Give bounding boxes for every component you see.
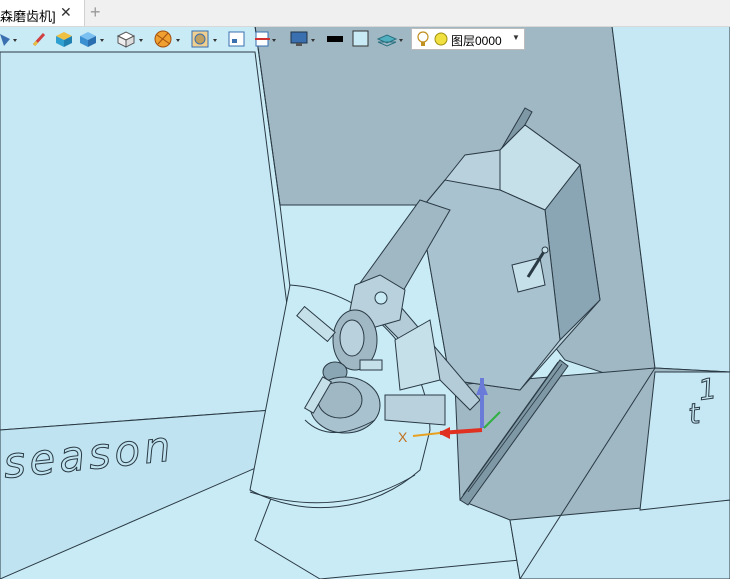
section-icon[interactable] (255, 31, 276, 47)
3d-viewport[interactable]: X season 1 t (0, 0, 730, 579)
tab-bar: 森磨齿机] ✕ + (0, 0, 730, 27)
view-toolbar (0, 26, 730, 52)
wireframe-cube-icon[interactable] (116, 31, 143, 48)
toolbar-icons (0, 30, 403, 48)
material-icon[interactable] (191, 30, 217, 48)
layer-color-icon[interactable] (434, 32, 448, 46)
pen-icon[interactable] (32, 32, 46, 47)
chevron-down-icon[interactable]: ▼ (512, 33, 520, 42)
view-orient-icon[interactable] (0, 34, 17, 46)
layer-name: 图层0000 (451, 34, 502, 48)
line-color-icon[interactable] (327, 36, 343, 42)
document-tab[interactable]: 森磨齿机] ✕ (0, 0, 85, 26)
cad-application: X season 1 t 森磨齿机] ✕ + 图层0000 ▼ (0, 0, 730, 579)
fill-color-icon[interactable] (352, 30, 369, 47)
layer-manager-icon[interactable] (376, 34, 403, 47)
close-icon[interactable]: ✕ (60, 4, 72, 21)
left-bed-face (0, 51, 301, 431)
tool-block (384, 394, 446, 426)
layer-light-icon[interactable] (417, 31, 429, 46)
render-mode-icon[interactable] (154, 30, 180, 48)
box-color-icon[interactable] (56, 32, 72, 47)
tab-title: 森磨齿机] (0, 9, 56, 24)
add-tab-button[interactable]: + (90, 2, 101, 23)
layer-dropdown[interactable]: 图层0000 ▼ (411, 28, 525, 50)
display-icon[interactable] (290, 31, 315, 46)
model-scene[interactable]: X season 1 t (0, 0, 730, 579)
cube-icon[interactable] (80, 32, 104, 47)
pivot-hole (374, 291, 388, 305)
layer-status-icons (417, 31, 448, 46)
axis-x-label: X (398, 429, 408, 445)
view-frame-icon[interactable] (228, 31, 245, 47)
